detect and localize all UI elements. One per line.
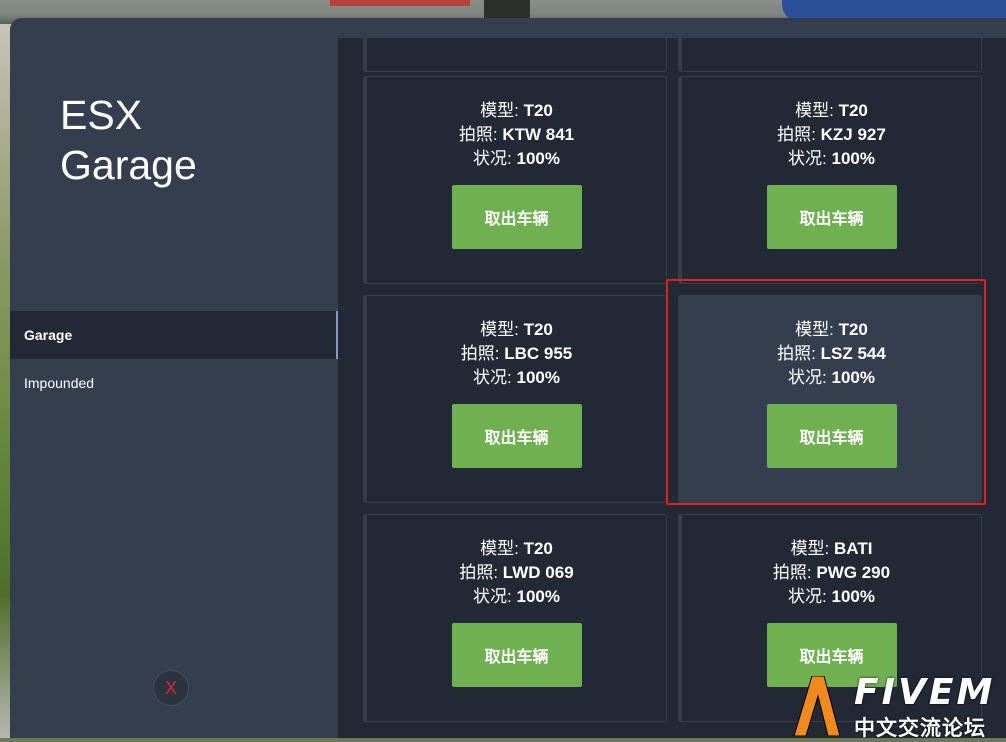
vehicle-info: 模型: T20 拍照: LSZ 544 状况: 100%: [682, 318, 981, 390]
vehicle-info: 模型: T20 拍照: LWD 069 状况: 100%: [367, 537, 666, 609]
condition-label: 状况:: [473, 368, 512, 387]
condition-value: 100%: [831, 587, 875, 606]
fivem-logo-icon: [793, 676, 840, 736]
take-vehicle-button[interactable]: 取出车辆: [451, 185, 582, 249]
plate-value: KTW 841: [502, 125, 575, 144]
condition-value: 100%: [516, 368, 560, 387]
take-vehicle-button[interactable]: 取出车辆: [766, 185, 897, 249]
condition-value: 100%: [831, 149, 875, 168]
condition-label: 状况:: [788, 368, 827, 387]
app-title-line2: Garage: [60, 142, 197, 188]
vehicle-info: 模型: T20 拍照: LBC 955 状况: 100%: [367, 318, 666, 390]
vehicle-card-selected: 模型: T20 拍照: LSZ 544 状况: 100% 取出车辆: [678, 295, 982, 503]
model-label: 模型:: [480, 539, 519, 558]
model-value: T20: [523, 101, 553, 120]
condition-label: 状况:: [788, 149, 827, 168]
app-title-line1: ESX: [60, 92, 143, 138]
plate-label: 拍照:: [459, 563, 499, 582]
model-label: 模型:: [790, 539, 830, 558]
plate-value: LWD 069: [502, 563, 574, 582]
take-vehicle-button[interactable]: 取出车辆: [451, 404, 582, 468]
vehicle-info: 模型: T20 拍照: KTW 841 状况: 100%: [367, 99, 666, 171]
take-vehicle-button[interactable]: 取出车辆: [766, 404, 897, 468]
plate-label: 拍照:: [460, 344, 500, 363]
sidebar-item-impounded[interactable]: Impounded: [10, 359, 338, 407]
sidebar: ESX Garage Garage Impounded X: [10, 18, 338, 738]
vehicle-card: 模型: T20 拍照: KZJ 927 状况: 100% 取出车辆: [678, 76, 982, 284]
vehicle-card-partial: [678, 38, 982, 72]
plate-value: KZJ 927: [820, 125, 886, 144]
condition-value: 100%: [516, 149, 560, 168]
plate-label: 拍照:: [777, 344, 816, 363]
fivem-watermark: FIVEM 中文交流论坛: [790, 672, 1006, 740]
game-background-red-stripe: [330, 0, 470, 6]
vehicle-info: 模型: BATI 拍照: PWG 290 状况: 100%: [682, 537, 981, 609]
plate-value: PWG 290: [816, 563, 891, 582]
model-value: T20: [523, 320, 553, 339]
vehicle-card: 模型: T20 拍照: LWD 069 状况: 100% 取出车辆: [363, 514, 667, 722]
vehicle-card: 模型: T20 拍照: KTW 841 状况: 100% 取出车辆: [363, 76, 667, 284]
condition-label: 状况:: [473, 587, 512, 606]
plate-label: 拍照:: [777, 125, 816, 144]
model-value: BATI: [834, 539, 873, 558]
vehicle-card-partial: [363, 38, 667, 72]
close-button[interactable]: X: [153, 670, 189, 706]
model-value: T20: [838, 320, 868, 339]
condition-label: 状况:: [473, 149, 512, 168]
garage-window: ESX Garage Garage Impounded X 模型: T20 拍照…: [10, 18, 1006, 738]
watermark-brand: FIVEM: [854, 672, 996, 713]
condition-value: 100%: [516, 587, 560, 606]
plate-value: LBC 955: [504, 344, 573, 363]
model-label: 模型:: [795, 320, 834, 339]
plate-value: LSZ 544: [820, 344, 886, 363]
condition-label: 状况:: [788, 587, 827, 606]
plate-label: 拍照:: [458, 125, 498, 144]
condition-value: 100%: [831, 368, 875, 387]
model-value: T20: [838, 101, 868, 120]
app-title: ESX Garage: [60, 90, 197, 190]
vehicle-info: 模型: T20 拍照: KZJ 927 状况: 100%: [682, 99, 981, 171]
model-label: 模型:: [480, 320, 519, 339]
model-label: 模型:: [480, 101, 519, 120]
take-vehicle-button[interactable]: 取出车辆: [451, 623, 582, 687]
sidebar-item-garage[interactable]: Garage: [10, 311, 338, 359]
vehicle-card: 模型: T20 拍照: LBC 955 状况: 100% 取出车辆: [363, 295, 667, 503]
model-value: T20: [523, 539, 553, 558]
vehicle-grid[interactable]: 模型: T20 拍照: KTW 841 状况: 100% 取出车辆 模型: T2…: [338, 38, 1006, 738]
plate-label: 拍照:: [772, 563, 812, 582]
model-label: 模型:: [795, 101, 834, 120]
